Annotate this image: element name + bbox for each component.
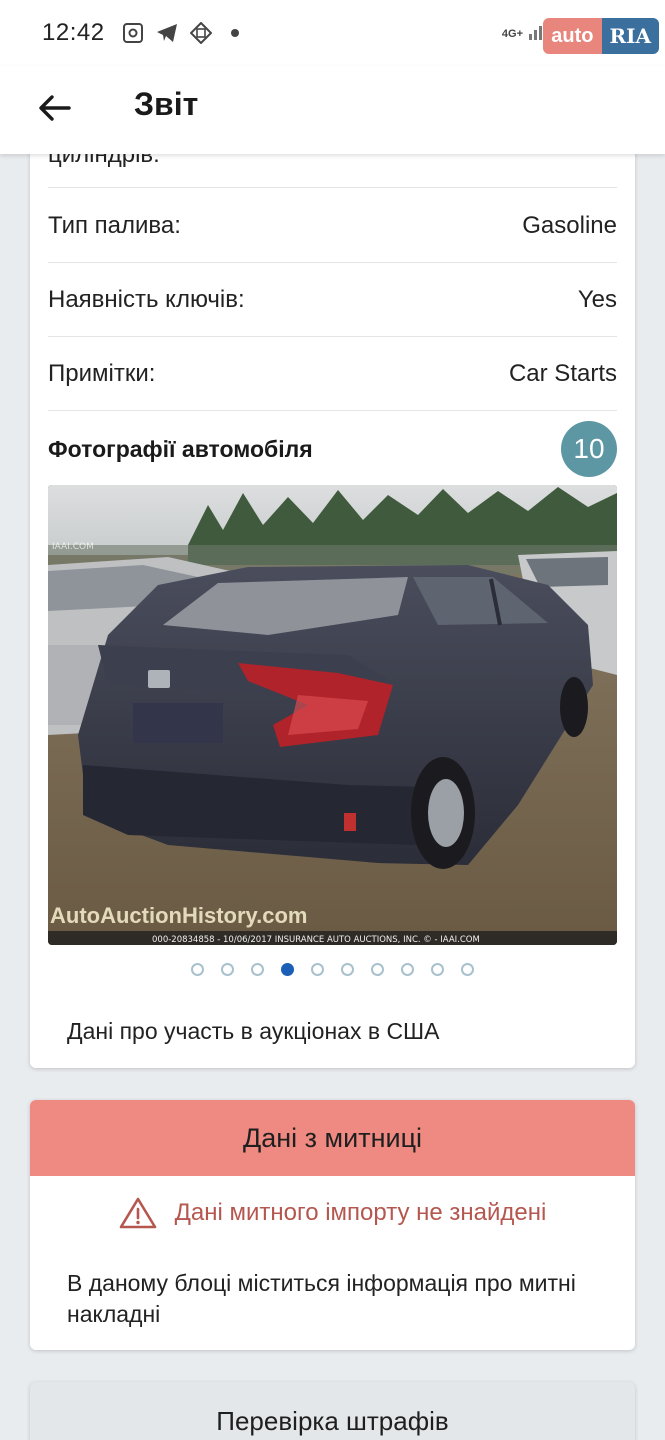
customs-description: В даному блоці міститься інформація про … — [67, 1270, 576, 1327]
warning-icon — [119, 1197, 156, 1229]
autoria-watermark: auto RIA — [543, 18, 659, 54]
carousel-dot[interactable] — [401, 963, 414, 976]
app-bar: Звіт — [0, 66, 665, 154]
spec-row-keys: Наявність ключів: Yes — [48, 263, 617, 337]
customs-warning: Дані митного імпорту не знайдені — [30, 1196, 635, 1230]
vehicle-details-card: циліндрів: Тип палива: Gasoline Наявніст… — [30, 110, 635, 1068]
carousel-dot[interactable] — [311, 963, 324, 976]
watermark-ria: RIA — [601, 18, 659, 54]
carousel-dot-active[interactable] — [281, 963, 294, 976]
screenshot-icon — [121, 21, 145, 45]
photo-watermark-top: IAAI.COM — [52, 542, 94, 552]
carousel-dot[interactable] — [221, 963, 234, 976]
vehicle-photo[interactable]: IAAI.COM AutoAuctionHistory.com 000-2083… — [48, 485, 617, 945]
customs-warning-text: Дані митного імпорту не знайдені — [174, 1199, 547, 1226]
photos-count-badge: 10 — [561, 421, 617, 477]
photos-title: Фотографії автомобіля — [48, 435, 313, 462]
fines-title: Перевірка штрафів — [216, 1406, 449, 1436]
back-button[interactable] — [32, 86, 76, 130]
carousel-dot[interactable] — [191, 963, 204, 976]
spec-value: Yes — [577, 285, 617, 313]
network-indicator: 4G+ — [502, 20, 547, 40]
spec-label: Тип палива: — [48, 211, 181, 239]
carousel-dot[interactable] — [371, 963, 384, 976]
customs-card: Дані з митниці Дані митного імпорту не з… — [30, 1100, 635, 1350]
carousel-dot[interactable] — [341, 963, 354, 976]
more-notifications-dot — [230, 29, 239, 37]
watermark-auto: auto — [543, 18, 602, 54]
photo-caption: 000-20834858 - 10/06/2017 INSURANCE AUTO… — [152, 935, 480, 945]
telegram-icon — [155, 21, 179, 45]
spec-label: Примітки: — [48, 359, 156, 387]
spec-value: Car Starts — [508, 359, 617, 387]
status-bar: 12:42 4G+ auto RIA — [0, 0, 665, 66]
arrow-left-icon — [39, 95, 71, 121]
customs-header[interactable]: Дані з митниці — [30, 1100, 635, 1176]
spec-row-notes: Примітки: Car Starts — [48, 337, 617, 411]
carousel-dot[interactable] — [251, 963, 264, 976]
spec-value: Gasoline — [522, 211, 617, 239]
network-type-label: 4G+ — [501, 28, 523, 40]
status-notification-icons — [121, 21, 239, 45]
page-title: Звіт — [134, 86, 199, 122]
status-time: 12:42 — [42, 19, 105, 46]
photo-carousel-dots — [30, 963, 635, 976]
car-photo-illustration: IAAI.COM AutoAuctionHistory.com 000-2083… — [48, 485, 617, 945]
spec-label: Наявність ключів: — [48, 285, 245, 313]
auction-info-text: Дані про участь в аукціонах в США — [67, 1018, 440, 1044]
spec-row-fuel-type: Тип палива: Gasoline — [48, 189, 617, 263]
photo-brand-watermark: AutoAuctionHistory.com — [50, 903, 307, 928]
carousel-dot[interactable] — [431, 963, 444, 976]
carousel-dot[interactable] — [461, 963, 474, 976]
vpn-icon — [189, 21, 213, 45]
fines-card[interactable]: Перевірка штрафів — [30, 1382, 635, 1440]
photos-header: Фотографії автомобіля 10 — [48, 421, 617, 477]
